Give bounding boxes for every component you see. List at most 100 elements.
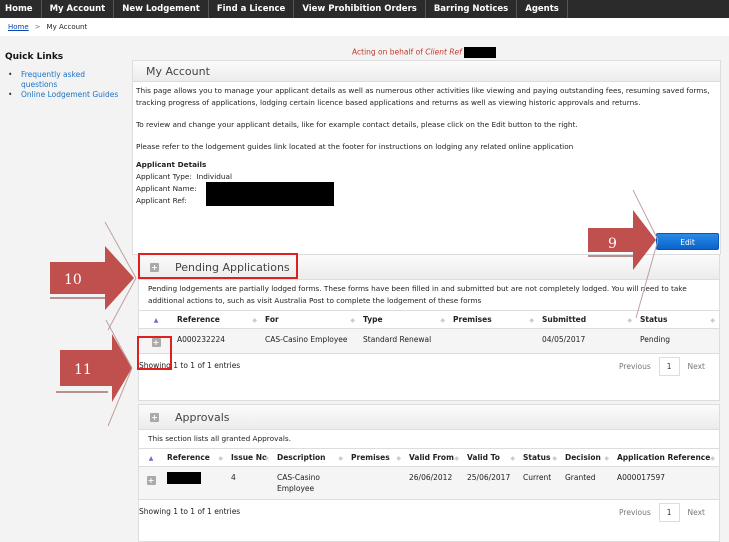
- client-ref-label: Client Ref: [425, 47, 462, 57]
- top-navigation: Home My Account New Lodgement Find a Lic…: [0, 0, 729, 18]
- cell-reference: A000232224: [173, 328, 261, 354]
- cell-application-reference: A000017597: [613, 466, 719, 500]
- page-1-button[interactable]: 1: [658, 357, 680, 376]
- acting-on-behalf: Acting on behalf of Client Ref: [352, 47, 497, 58]
- quick-links-title: Quick Links: [5, 52, 64, 62]
- sort-icon: ◆: [604, 455, 609, 462]
- col-for[interactable]: For ◆: [261, 310, 359, 329]
- sort-asc-icon: ▲: [153, 317, 159, 324]
- highlight-pending-header: [138, 253, 298, 279]
- sort-icon: ◆: [338, 455, 343, 462]
- cell-status: Current: [519, 466, 561, 500]
- page-1-button[interactable]: 1: [658, 503, 680, 522]
- cell-type: Standard Renewal: [359, 328, 449, 354]
- cell-reference: [163, 466, 227, 500]
- nav-barring-notices[interactable]: Barring Notices: [426, 0, 518, 18]
- callout-9-arrow: 9: [588, 190, 658, 319]
- cell-premises: [449, 328, 538, 354]
- col-valid-to[interactable]: Valid To ◆: [463, 448, 519, 467]
- nav-home[interactable]: Home: [0, 0, 42, 18]
- col-decision[interactable]: Decision ◆: [561, 448, 613, 467]
- nav-find-licence[interactable]: Find a Licence: [209, 0, 295, 18]
- callout-10-arrow: 10: [50, 222, 137, 331]
- col-description[interactable]: Description ◆: [273, 448, 347, 467]
- redacted-client-ref: [464, 47, 497, 58]
- link-faq[interactable]: Frequently asked questions: [8, 70, 123, 90]
- col-premises[interactable]: Premises ◆: [347, 448, 405, 467]
- sort-icon: ◆: [710, 455, 715, 462]
- applicant-details-title: Applicant Details: [136, 160, 207, 169]
- breadcrumb: Home > My Account: [0, 18, 729, 36]
- col-status[interactable]: Status ◆: [519, 448, 561, 467]
- account-review-text: To review and change your applicant deta…: [136, 120, 578, 129]
- approvals-pagination: Previous 1 Next: [611, 503, 713, 522]
- approvals-title: Approvals: [175, 411, 230, 424]
- callout-11-arrow: 11: [56, 320, 133, 427]
- next-button[interactable]: Next: [680, 362, 713, 371]
- applicant-type-value: Individual: [196, 172, 233, 181]
- cell-issue-no: 4: [227, 466, 273, 500]
- approvals-table: ▲ Reference ◆ Issue No ◆ Description ◆ Prem…: [139, 448, 719, 500]
- cell-valid-to: 25/06/2017: [463, 466, 519, 500]
- highlight-expand-row: [137, 336, 172, 370]
- redacted-reference: [167, 472, 201, 484]
- nav-new-lodgement[interactable]: New Lodgement: [114, 0, 209, 18]
- sort-icon: ◆: [510, 455, 515, 462]
- pending-pagination: Previous 1 Next: [611, 357, 713, 376]
- sort-icon: ◆: [529, 317, 534, 324]
- nav-agents[interactable]: Agents: [517, 0, 568, 18]
- applicant-name-label: Applicant Name:: [136, 184, 197, 193]
- sort-icon: ◆: [218, 455, 223, 462]
- sort-icon: ◆: [440, 317, 445, 324]
- sort-icon: ◆: [710, 317, 715, 324]
- sort-column[interactable]: ▲: [139, 310, 173, 329]
- applicant-type-label: Applicant Type:: [136, 172, 192, 181]
- row-expand[interactable]: +: [139, 466, 163, 500]
- breadcrumb-current: My Account: [46, 23, 88, 31]
- sort-icon: ◆: [396, 455, 401, 462]
- sort-icon: ◆: [454, 455, 459, 462]
- next-button[interactable]: Next: [680, 508, 713, 517]
- breadcrumb-separator: >: [34, 23, 41, 31]
- col-application-reference[interactable]: Application Reference ◆: [613, 448, 719, 467]
- approvals-description: This section lists all granted Approvals…: [148, 434, 292, 443]
- account-guides-text: Please refer to the lodgement guides lin…: [136, 142, 574, 151]
- link-lodgement-guides[interactable]: Online Lodgement Guides: [8, 90, 123, 100]
- nav-prohibition-orders[interactable]: View Prohibition Orders: [294, 0, 426, 18]
- col-type[interactable]: Type ◆: [359, 310, 449, 329]
- approvals-entries-info: Showing 1 to 1 of 1 entries: [139, 507, 241, 516]
- sort-icon: ◆: [264, 455, 269, 462]
- sort-column[interactable]: ▲: [139, 448, 163, 467]
- callout-10-label: 10: [64, 272, 82, 288]
- approvals-panel: + Approvals This section lists all grant…: [138, 404, 720, 542]
- cell-for: CAS-Casino Employee: [261, 328, 359, 354]
- previous-button[interactable]: Previous: [611, 508, 659, 517]
- my-account-title: My Account: [133, 61, 720, 82]
- callout-9-label: 9: [608, 236, 617, 252]
- callout-10-shape: [50, 246, 134, 310]
- applicant-ref-label: Applicant Ref:: [136, 196, 187, 205]
- cell-valid-from: 26/06/2012: [405, 466, 463, 500]
- nav-my-account[interactable]: My Account: [42, 0, 115, 18]
- col-valid-from[interactable]: Valid From ◆: [405, 448, 463, 467]
- col-premises[interactable]: Premises ◆: [449, 310, 538, 329]
- cell-decision: Granted: [561, 466, 613, 500]
- expand-row-icon[interactable]: +: [146, 476, 156, 485]
- approvals-header[interactable]: + Approvals: [139, 405, 719, 430]
- breadcrumb-home[interactable]: Home: [8, 23, 29, 31]
- previous-button[interactable]: Previous: [611, 362, 659, 371]
- cell-premises: [347, 466, 405, 500]
- cell-submitted: 04/05/2017: [538, 328, 636, 354]
- col-issue-no[interactable]: Issue No ◆: [227, 448, 273, 467]
- acting-prefix: Acting on behalf of: [352, 47, 423, 57]
- redacted-applicant-name: [206, 182, 334, 206]
- account-intro: This page allows you to manage your appl…: [136, 86, 710, 107]
- cell-status: Pending: [636, 328, 719, 354]
- callout-11-label: 11: [74, 362, 92, 378]
- edit-button[interactable]: Edit: [656, 233, 719, 250]
- col-reference[interactable]: Reference ◆: [173, 310, 261, 329]
- col-reference[interactable]: Reference ◆: [163, 448, 227, 467]
- expand-icon[interactable]: +: [150, 413, 159, 422]
- sort-asc-icon: ▲: [148, 455, 154, 462]
- callout-9-shape: [588, 210, 656, 270]
